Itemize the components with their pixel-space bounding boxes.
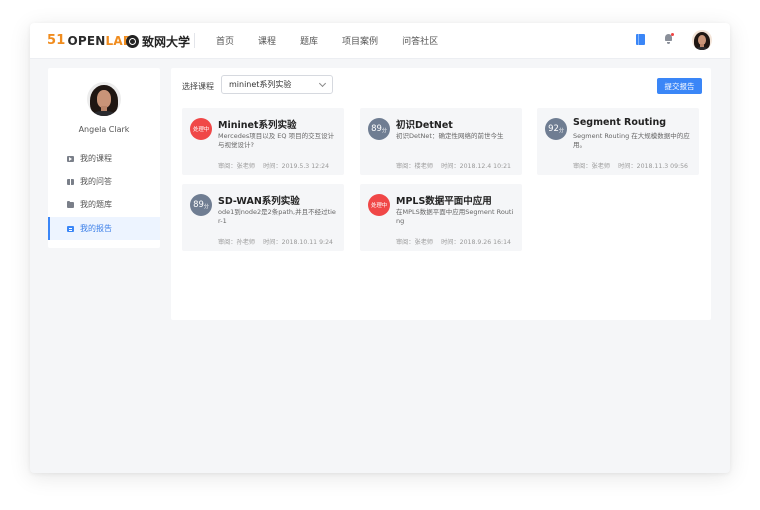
- sidebar-item-my-reports[interactable]: 我的报告: [48, 217, 160, 240]
- report-description: Mercedes项目以及 EQ 项目的交互设计与视觉设计?: [218, 132, 335, 149]
- report-time: 时间：2018.10.11 9:24: [263, 239, 333, 246]
- report-reviewer: 审阅：张老师: [218, 163, 256, 170]
- video-icon: [67, 155, 74, 162]
- active-indicator: [48, 217, 50, 240]
- report-time: 时间：2018.12.4 10:21: [441, 163, 511, 170]
- sidebar-item-label: 我的课程: [80, 154, 112, 163]
- sidebar-item-my-courses[interactable]: 我的课程: [48, 147, 160, 170]
- report-title: Mininet系列实验: [218, 120, 297, 131]
- profile-avatar[interactable]: [87, 82, 121, 116]
- report-reviewer: 审阅：张老师: [573, 163, 611, 170]
- report-reviewer: 审阅：张老师: [396, 239, 434, 246]
- folder-icon: [67, 200, 74, 208]
- sidebar: Angela Clark 我的课程 我的问答 我的题库 我的报告: [48, 68, 160, 248]
- user-name: Angela Clark: [78, 125, 130, 134]
- qa-icon: [67, 178, 74, 185]
- report-time: 时间：2018.11.3 09:56: [618, 163, 688, 170]
- nav-qa-community[interactable]: 问答社区: [402, 34, 438, 47]
- report-reviewer: 审阅：孙老师: [218, 239, 256, 246]
- course-select-label: 选择课程: [182, 82, 214, 91]
- nav-courses[interactable]: 课程: [258, 34, 276, 47]
- report-description: ode1到node2是2条path,并且不经过tier-1: [218, 208, 336, 225]
- status-badge: 处理中: [368, 194, 390, 216]
- report-meta: 审阅：楼老师 时间：2018.12.4 10:21: [396, 161, 511, 170]
- sidebar-item-my-question-bank[interactable]: 我的题库: [48, 193, 160, 216]
- logo-open: OPEN: [67, 33, 106, 48]
- logo-number: 51: [47, 33, 66, 48]
- course-select-value: mininet系列实验: [229, 80, 292, 89]
- top-header: 51 OPEN LAB 致网大学 首页 课程 题库 项目案例 问答社区: [30, 23, 730, 59]
- main-nav: 首页 课程 题库 项目案例 问答社区: [216, 23, 462, 58]
- report-card[interactable]: 89 分 初识DetNet 初识DetNet：确定性网络的前世今生 审阅：楼老师时…: [360, 108, 522, 175]
- report-card[interactable]: 92 分 Segment Routing Segment Routing 在大规模…: [537, 108, 699, 175]
- sidebar-item-my-qa[interactable]: 我的问答: [48, 170, 160, 193]
- app-window: 51 OPEN LAB 致网大学 首页 课程 题库 项目案例 问答社区 Ange…: [30, 23, 730, 473]
- status-badge: 处理中: [190, 118, 212, 140]
- report-card[interactable]: 89 分 SD-WAN系列实验 ode1到node2是2条path,并且不经过ti…: [182, 184, 344, 251]
- book-icon[interactable]: [636, 34, 645, 45]
- sidebar-item-label: 我的报告: [80, 224, 112, 233]
- report-description: 在MPLS数据平面中应用Segment Routing: [396, 208, 514, 225]
- header-avatar[interactable]: [692, 30, 712, 50]
- university-seal-icon: [126, 35, 139, 48]
- course-select[interactable]: mininet系列实验: [221, 75, 333, 94]
- university-name: 致网大学: [142, 35, 191, 49]
- score-badge: 89 分: [190, 194, 212, 216]
- report-title: SD-WAN系列实验: [218, 196, 300, 207]
- nav-home[interactable]: 首页: [216, 34, 234, 47]
- nav-project-cases[interactable]: 项目案例: [342, 34, 378, 47]
- chevron-down-icon: [318, 79, 327, 88]
- report-card[interactable]: 处理中 MPLS数据平面中应用 在MPLS数据平面中应用Segment Rout…: [360, 184, 522, 251]
- submit-report-button[interactable]: 提交报告: [657, 78, 702, 94]
- sidebar-item-label: 我的问答: [80, 177, 112, 186]
- report-icon: [67, 225, 74, 232]
- report-description: Segment Routing 在大规模数据中的应用。: [573, 132, 690, 149]
- report-meta: 审阅：张老师 时间：2018.9.26 16:14: [396, 237, 511, 246]
- report-card[interactable]: 处理中 Mininet系列实验 Mercedes项目以及 EQ 项目的交互设计与…: [182, 108, 344, 175]
- notification-dot: [671, 33, 674, 36]
- header-divider: [194, 33, 195, 48]
- nav-question-bank[interactable]: 题库: [300, 34, 318, 47]
- reports-panel: 选择课程 mininet系列实验 提交报告 处理中 Mininet系列实验 Me…: [171, 68, 711, 320]
- report-title: MPLS数据平面中应用: [396, 196, 492, 207]
- score-badge: 89 分: [368, 118, 390, 140]
- sidebar-item-label: 我的题库: [80, 200, 112, 209]
- report-reviewer: 审阅：楼老师: [396, 163, 434, 170]
- report-description: 初识DetNet：确定性网络的前世今生: [396, 132, 504, 140]
- report-time: 时间：2018.9.26 16:14: [441, 239, 511, 246]
- report-title: 初识DetNet: [396, 120, 453, 131]
- score-badge: 92 分: [545, 118, 567, 140]
- openlab-logo[interactable]: 51 OPEN LAB: [47, 33, 132, 48]
- report-meta: 审阅：张老师 时间：2019.5.3 12:24: [218, 161, 329, 170]
- report-time: 时间：2019.5.3 12:24: [263, 163, 330, 170]
- report-title: Segment Routing: [573, 117, 667, 128]
- report-meta: 审阅：张老师 时间：2018.11.3 09:56: [573, 161, 688, 170]
- report-meta: 审阅：孙老师 时间：2018.10.11 9:24: [218, 237, 333, 246]
- bell-icon[interactable]: [664, 33, 674, 44]
- university-logo[interactable]: 致网大学: [126, 33, 190, 50]
